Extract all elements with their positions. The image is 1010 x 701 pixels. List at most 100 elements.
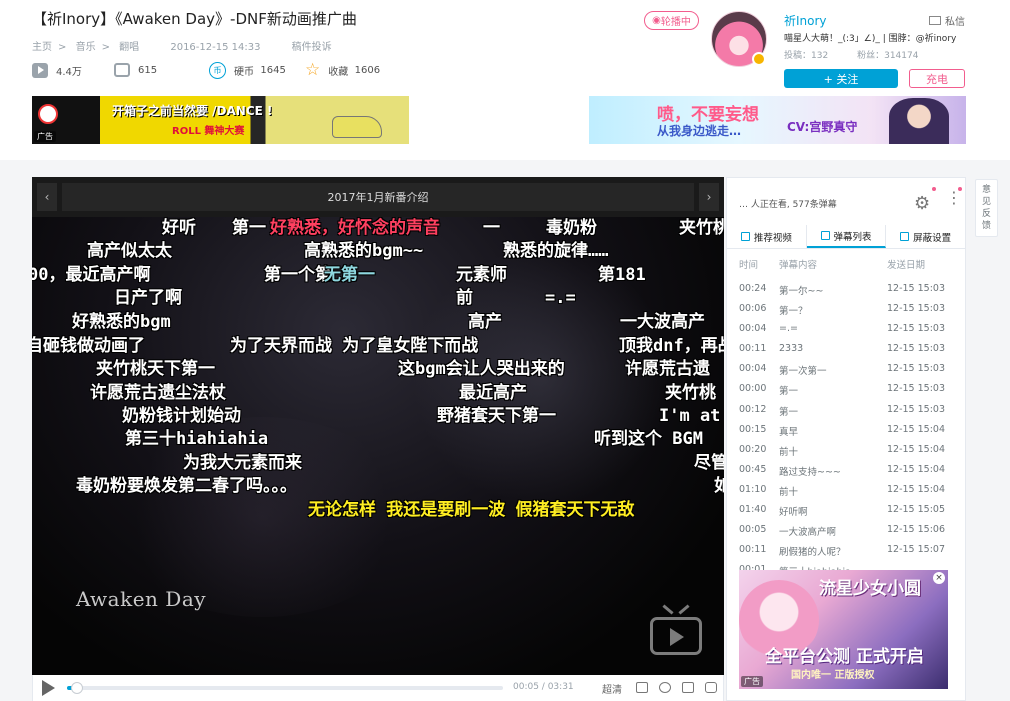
- coin-button[interactable]: 币 硬币 1645: [209, 60, 286, 80]
- report-link[interactable]: 稿件投诉: [292, 42, 332, 53]
- star-icon: ☆: [305, 60, 321, 80]
- danmaku-row-content: 第一次第一: [779, 366, 827, 378]
- tab-recommend[interactable]: 推荐视频: [727, 225, 807, 248]
- danmaku-row-date: 12-15 15:05: [887, 504, 946, 516]
- loop-icon[interactable]: [659, 682, 671, 693]
- danmaku-row-date: 12-15 15:03: [887, 343, 946, 355]
- danmaku-comment: 尽管: [694, 453, 724, 473]
- volume-icon[interactable]: [636, 682, 648, 693]
- tab-block-settings[interactable]: 屏蔽设置: [886, 225, 965, 248]
- uploader-counts: 投稿：132 粉丝：314174: [784, 51, 919, 61]
- danmaku-row[interactable]: 00:20 前十 12-15 15:04: [739, 441, 961, 461]
- danmaku-comment: 无第一: [324, 265, 375, 285]
- danmaku-row-content: 路过支持~~~: [779, 466, 841, 478]
- video-screen[interactable]: 好听 第一 好熟悉，好怀念的声音一毒奶粉 夹竹桃 高产似太太 高熟悉的bgm~~ 熟悉的旋律…: [32, 217, 724, 675]
- danmaku-comment: 好熟悉的bgm: [72, 312, 171, 332]
- danmaku-row-date: 12-15 15:06: [887, 524, 946, 536]
- danmaku-comment: =.=: [545, 288, 576, 308]
- danmaku-comment: 最近高产: [459, 383, 527, 403]
- danmaku-comment: 顶我dnf，再战: [619, 336, 724, 356]
- danmaku-row-content: 第一尔~~: [779, 286, 824, 297]
- feedback-label: 意见反馈: [981, 185, 991, 231]
- sidebar-tabs: 推荐视频 弹幕列表 屏蔽设置: [727, 225, 965, 249]
- danmaku-comment: 夹竹桃天下第一: [96, 359, 215, 379]
- danmaku-row-content: 真早: [779, 426, 799, 438]
- breadcrumb-home[interactable]: 主页: [32, 42, 52, 53]
- sidebar-ad[interactable]: 流星少女小圆 全平台公测 正式开启 国内唯一 正版授权 广告 ×: [739, 570, 948, 689]
- danmaku-row-content: =.=: [779, 323, 798, 335]
- danmaku-row[interactable]: 00:05 一大波高产啊 12-15 15:06: [739, 521, 961, 541]
- danmaku-row-time: 00:11: [739, 544, 767, 556]
- uploader-name[interactable]: 祈Inory: [784, 12, 827, 29]
- progress-bar[interactable]: [67, 682, 503, 694]
- playlist-bar: ‹ 2017年1月新番介绍 ›: [32, 177, 724, 217]
- danmaku-comment: 一: [483, 218, 500, 238]
- danmaku-comment: 为了天界而战 为了皇女陛下而战: [230, 336, 479, 356]
- close-icon[interactable]: ×: [933, 572, 945, 584]
- danmaku-row-date: 12-15 15:07: [887, 544, 946, 556]
- banner-ad-right[interactable]: 喷，不要妄想 从我身边逃走… CV:宫野真守: [589, 96, 966, 144]
- banner-ad-left[interactable]: 开箱子之前当然要 /DANCE ! ROLL 舞神大赛 广告: [32, 96, 409, 144]
- danmaku-icon: [114, 63, 130, 77]
- danmaku-comment: 前: [456, 288, 473, 308]
- prev-button[interactable]: ‹: [37, 183, 57, 211]
- danmaku-row[interactable]: 00:12 第一 12-15 15:03: [739, 401, 961, 421]
- tab-danmaku-list[interactable]: 弹幕列表: [806, 225, 887, 248]
- notification-dot: [932, 187, 936, 191]
- danmaku-row[interactable]: 01:10 前十 12-15 15:04: [739, 481, 961, 501]
- follow-button[interactable]: + 关注: [784, 69, 898, 88]
- danmaku-row[interactable]: 00:11 2333 12-15 15:03: [739, 340, 961, 360]
- danmaku-row[interactable]: 00:00 第一 12-15 15:03: [739, 380, 961, 400]
- live-badge[interactable]: ◉ 轮播中: [644, 11, 699, 30]
- danmaku-comment: 许愿荒古遗: [625, 359, 710, 379]
- danmaku-row[interactable]: 00:15 真早 12-15 15:04: [739, 421, 961, 441]
- danmaku-row-time: 00:45: [739, 463, 767, 475]
- playlist-title: 2017年1月新番介绍: [62, 183, 694, 211]
- danmaku-row-content: 2333: [779, 343, 804, 355]
- quality-selector[interactable]: 超清: [602, 681, 622, 696]
- message-button[interactable]: 私信: [929, 13, 965, 28]
- danmaku-comment: 熟悉的旋律……: [503, 241, 609, 261]
- danmaku-row-content: 前十: [779, 446, 799, 458]
- progress-knob[interactable]: [71, 682, 84, 694]
- breadcrumb-music[interactable]: 音乐: [76, 42, 96, 53]
- danmaku-row-content: 第一: [779, 406, 799, 418]
- danmaku-row[interactable]: 00:04 =.= 12-15 15:03: [739, 320, 961, 340]
- col-time[interactable]: 时间: [739, 257, 758, 271]
- danmaku-row[interactable]: 01:40 好听啊 12-15 15:05: [739, 501, 961, 521]
- danmaku-row[interactable]: 00:06 第一？ 12-15 15:03: [739, 300, 961, 320]
- settings-icon[interactable]: [705, 682, 717, 693]
- list-icon: [820, 231, 830, 240]
- next-button[interactable]: ›: [699, 183, 719, 211]
- charge-button[interactable]: 充电: [909, 69, 965, 88]
- car-image: [332, 116, 382, 138]
- col-content[interactable]: 弹幕内容: [779, 257, 817, 271]
- danmaku-row-time: 00:06: [739, 303, 767, 315]
- danmaku-row-time: 00:04: [739, 323, 767, 335]
- play-icon[interactable]: [42, 680, 55, 696]
- danmaku-row[interactable]: 00:11 刷假猪的人呢？ 12-15 15:07: [739, 541, 961, 561]
- danmaku-comment: 毒奶粉: [546, 218, 597, 238]
- more-icon[interactable]: ⋮: [946, 190, 962, 206]
- danmaku-comment: 奶粉钱计划始动: [122, 406, 241, 426]
- gear-icon[interactable]: ⚙: [914, 193, 930, 214]
- col-date[interactable]: 发送日期: [887, 257, 925, 271]
- danmaku-row[interactable]: 00:45 路过支持~~~ 12-15 15:04: [739, 461, 961, 481]
- danmaku-row-time: 00:11: [739, 343, 767, 355]
- danmaku-row-content: 刷假猪的人呢？: [779, 547, 846, 559]
- danmaku-row-time: 00:24: [739, 283, 767, 294]
- danmaku-row[interactable]: 00:04 第一次第一 12-15 15:03: [739, 360, 961, 380]
- time-display: 00:05 / 03:31: [513, 682, 574, 692]
- play-count: 4.4万: [32, 60, 82, 80]
- danmaku-toggle-icon[interactable]: [682, 682, 694, 693]
- favorite-button[interactable]: ☆ 收藏 1606: [305, 60, 380, 80]
- danmaku-row-time: 00:12: [739, 403, 767, 415]
- danmaku-row[interactable]: 00:24 第一尔~~ 12-15 15:03: [739, 280, 961, 300]
- feedback-button[interactable]: 意见反馈: [975, 179, 998, 237]
- danmaku-comment: 第181: [598, 265, 646, 285]
- danmaku-row-date: 12-15 15:03: [887, 363, 946, 375]
- breadcrumb-cover[interactable]: 翻唱: [119, 42, 139, 53]
- danmaku-comment: 好熟悉，好怀念的声音: [270, 218, 440, 238]
- danmaku-row-time: 00:05: [739, 524, 767, 536]
- video-player[interactable]: ‹ 2017年1月新番介绍 › 好听 第一 好熟悉，好怀念的声音一毒奶粉 夹竹桃 高产似…: [32, 177, 724, 701]
